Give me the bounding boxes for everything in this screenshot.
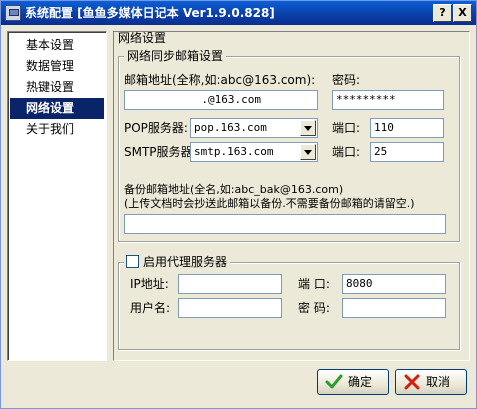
email-label: 邮箱地址(全称,如:abc@163.com): xyxy=(124,73,316,87)
pop-server-label: POP服务器: xyxy=(124,121,188,135)
network-settings-panel: 网络设置 网络同步邮箱设置 邮箱地址(全称,如:abc@163.com): .@… xyxy=(113,31,470,361)
backup-email-hint: (上传文档时会抄送此邮箱以备份.不需要备份邮箱的请留空.) xyxy=(124,197,415,210)
pop-server-value: pop.163.com xyxy=(194,121,267,134)
password-input[interactable]: ********* xyxy=(332,90,444,110)
window-title: 系统配置 [鱼鱼多媒体日记本 Ver1.9.0.828] xyxy=(25,6,275,20)
nav-item-data[interactable]: 数据管理 xyxy=(10,56,104,77)
cancel-label: 取消 xyxy=(426,375,451,389)
nav-item-network[interactable]: 网络设置 xyxy=(10,98,104,119)
proxy-pass-input[interactable] xyxy=(342,298,446,318)
enable-proxy-label: 启用代理服务器 xyxy=(143,255,228,269)
app-icon xyxy=(5,5,21,21)
help-button[interactable]: ? xyxy=(433,4,452,22)
nav-item-basic[interactable]: 基本设置 xyxy=(10,35,104,56)
proxy-port-label: 端 口: xyxy=(298,277,330,291)
backup-email-input[interactable] xyxy=(124,214,446,234)
pop-port-label: 端口: xyxy=(332,121,361,135)
cross-icon xyxy=(404,374,420,390)
nav-item-hotkey[interactable]: 热键设置 xyxy=(10,77,104,98)
pop-dropdown-arrow-icon[interactable] xyxy=(300,120,316,136)
pop-server-select[interactable]: pop.163.com xyxy=(190,118,318,138)
smtp-dropdown-arrow-icon[interactable] xyxy=(300,144,316,160)
proxy-legend: 启用代理服务器 xyxy=(124,255,231,269)
enable-proxy-checkbox[interactable] xyxy=(126,255,139,268)
panel-title: 网络设置 xyxy=(118,31,167,45)
ok-label: 确定 xyxy=(348,375,373,389)
smtp-port-input[interactable]: 25 xyxy=(370,142,444,162)
email-value: .@163.com xyxy=(201,93,261,106)
title-bar[interactable]: 系统配置 [鱼鱼多媒体日记本 Ver1.9.0.828] ? X xyxy=(1,1,476,25)
settings-nav-list: 基本设置 数据管理 热键设置 网络设置 关于我们 xyxy=(7,31,107,361)
pop-port-input[interactable]: 110 xyxy=(370,118,444,138)
nav-item-about[interactable]: 关于我们 xyxy=(10,119,104,140)
proxy-pass-label: 密 码: xyxy=(298,301,330,315)
email-input[interactable]: .@163.com xyxy=(124,90,318,110)
close-button[interactable]: X xyxy=(453,4,472,22)
proxy-port-input[interactable]: 8080 xyxy=(342,274,446,294)
proxy-ip-label: IP地址: xyxy=(130,277,169,291)
smtp-server-value: smtp.163.com xyxy=(194,145,274,158)
config-window: 系统配置 [鱼鱼多媒体日记本 Ver1.9.0.828] ? X 基本设置 数据… xyxy=(0,0,477,409)
check-icon xyxy=(325,374,343,389)
smtp-server-label: SMTP服务器: xyxy=(124,145,197,159)
proxy-user-input[interactable] xyxy=(178,298,282,318)
smtp-server-select[interactable]: smtp.163.com xyxy=(190,142,318,162)
ok-button[interactable]: 确定 xyxy=(317,369,389,395)
proxy-ip-input[interactable] xyxy=(178,274,282,294)
smtp-port-label: 端口: xyxy=(332,145,361,159)
proxy-user-label: 用户名: xyxy=(130,301,171,315)
cancel-button[interactable]: 取消 xyxy=(395,369,467,395)
password-label: 密码: xyxy=(332,73,361,87)
mail-sync-legend: 网络同步邮箱设置 xyxy=(124,49,227,63)
